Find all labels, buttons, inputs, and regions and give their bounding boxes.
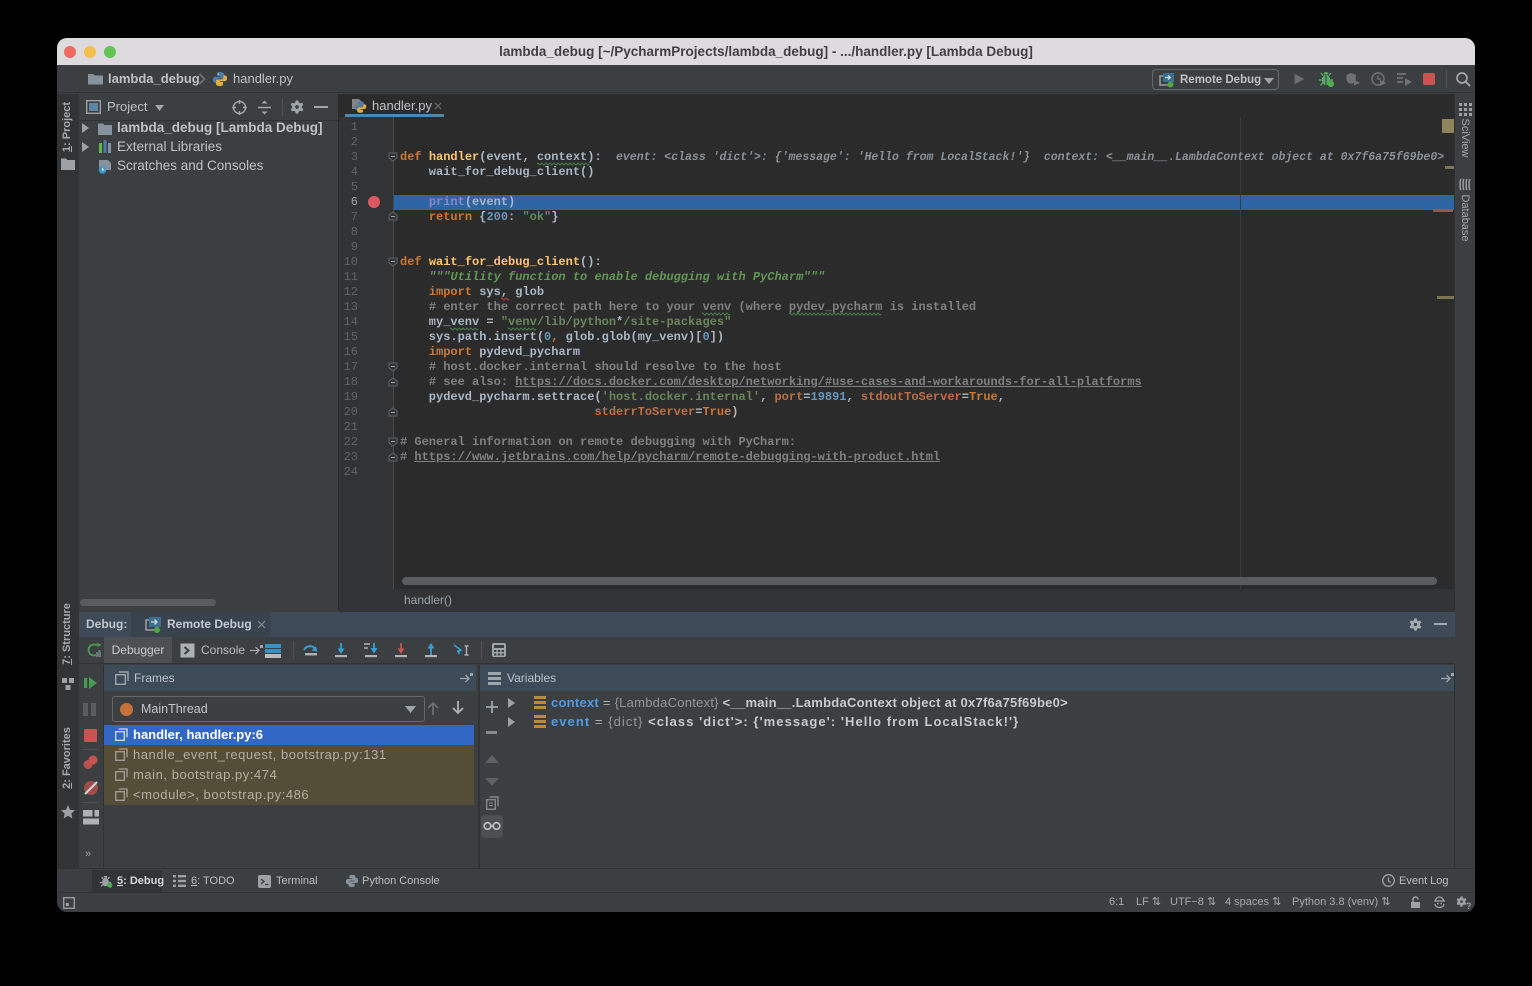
svg-text:?: ? — [1466, 901, 1471, 909]
